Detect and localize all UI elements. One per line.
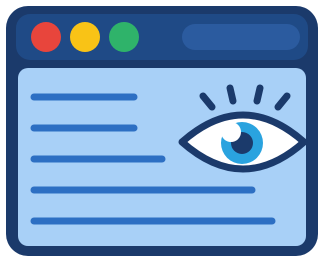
address-bar: [182, 24, 300, 50]
minimize-dot-icon: [70, 22, 100, 52]
close-dot-icon: [31, 22, 61, 52]
browser-window-eye-icon: [0, 0, 324, 262]
eye-highlight: [221, 122, 241, 142]
icon-svg: [6, 6, 318, 256]
maximize-dot-icon: [109, 22, 139, 52]
